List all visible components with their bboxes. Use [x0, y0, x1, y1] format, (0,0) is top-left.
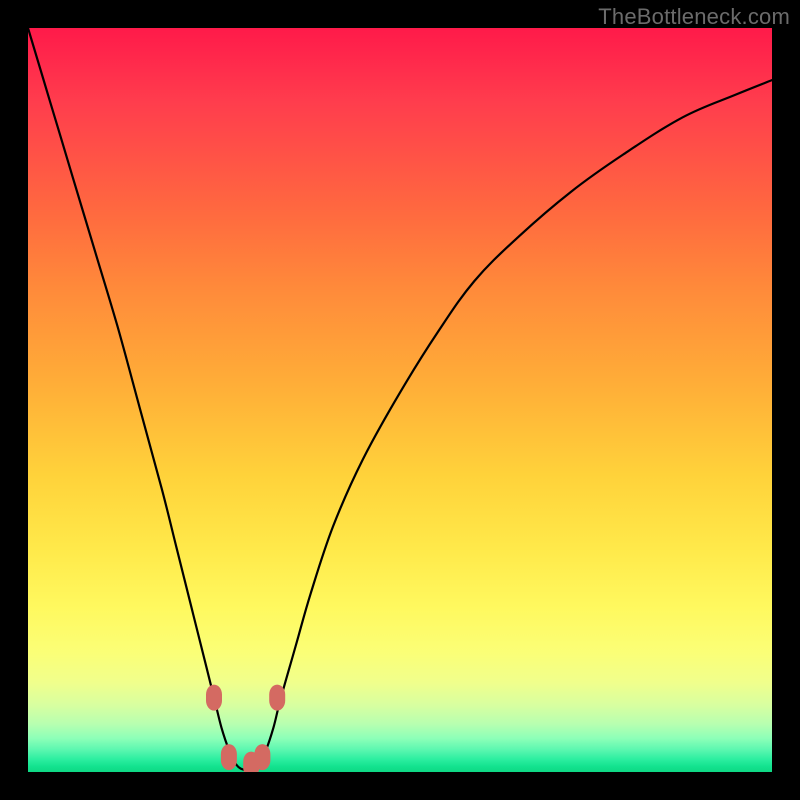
chart-plot-area [28, 28, 772, 772]
watermark-text: TheBottleneck.com [598, 4, 790, 30]
